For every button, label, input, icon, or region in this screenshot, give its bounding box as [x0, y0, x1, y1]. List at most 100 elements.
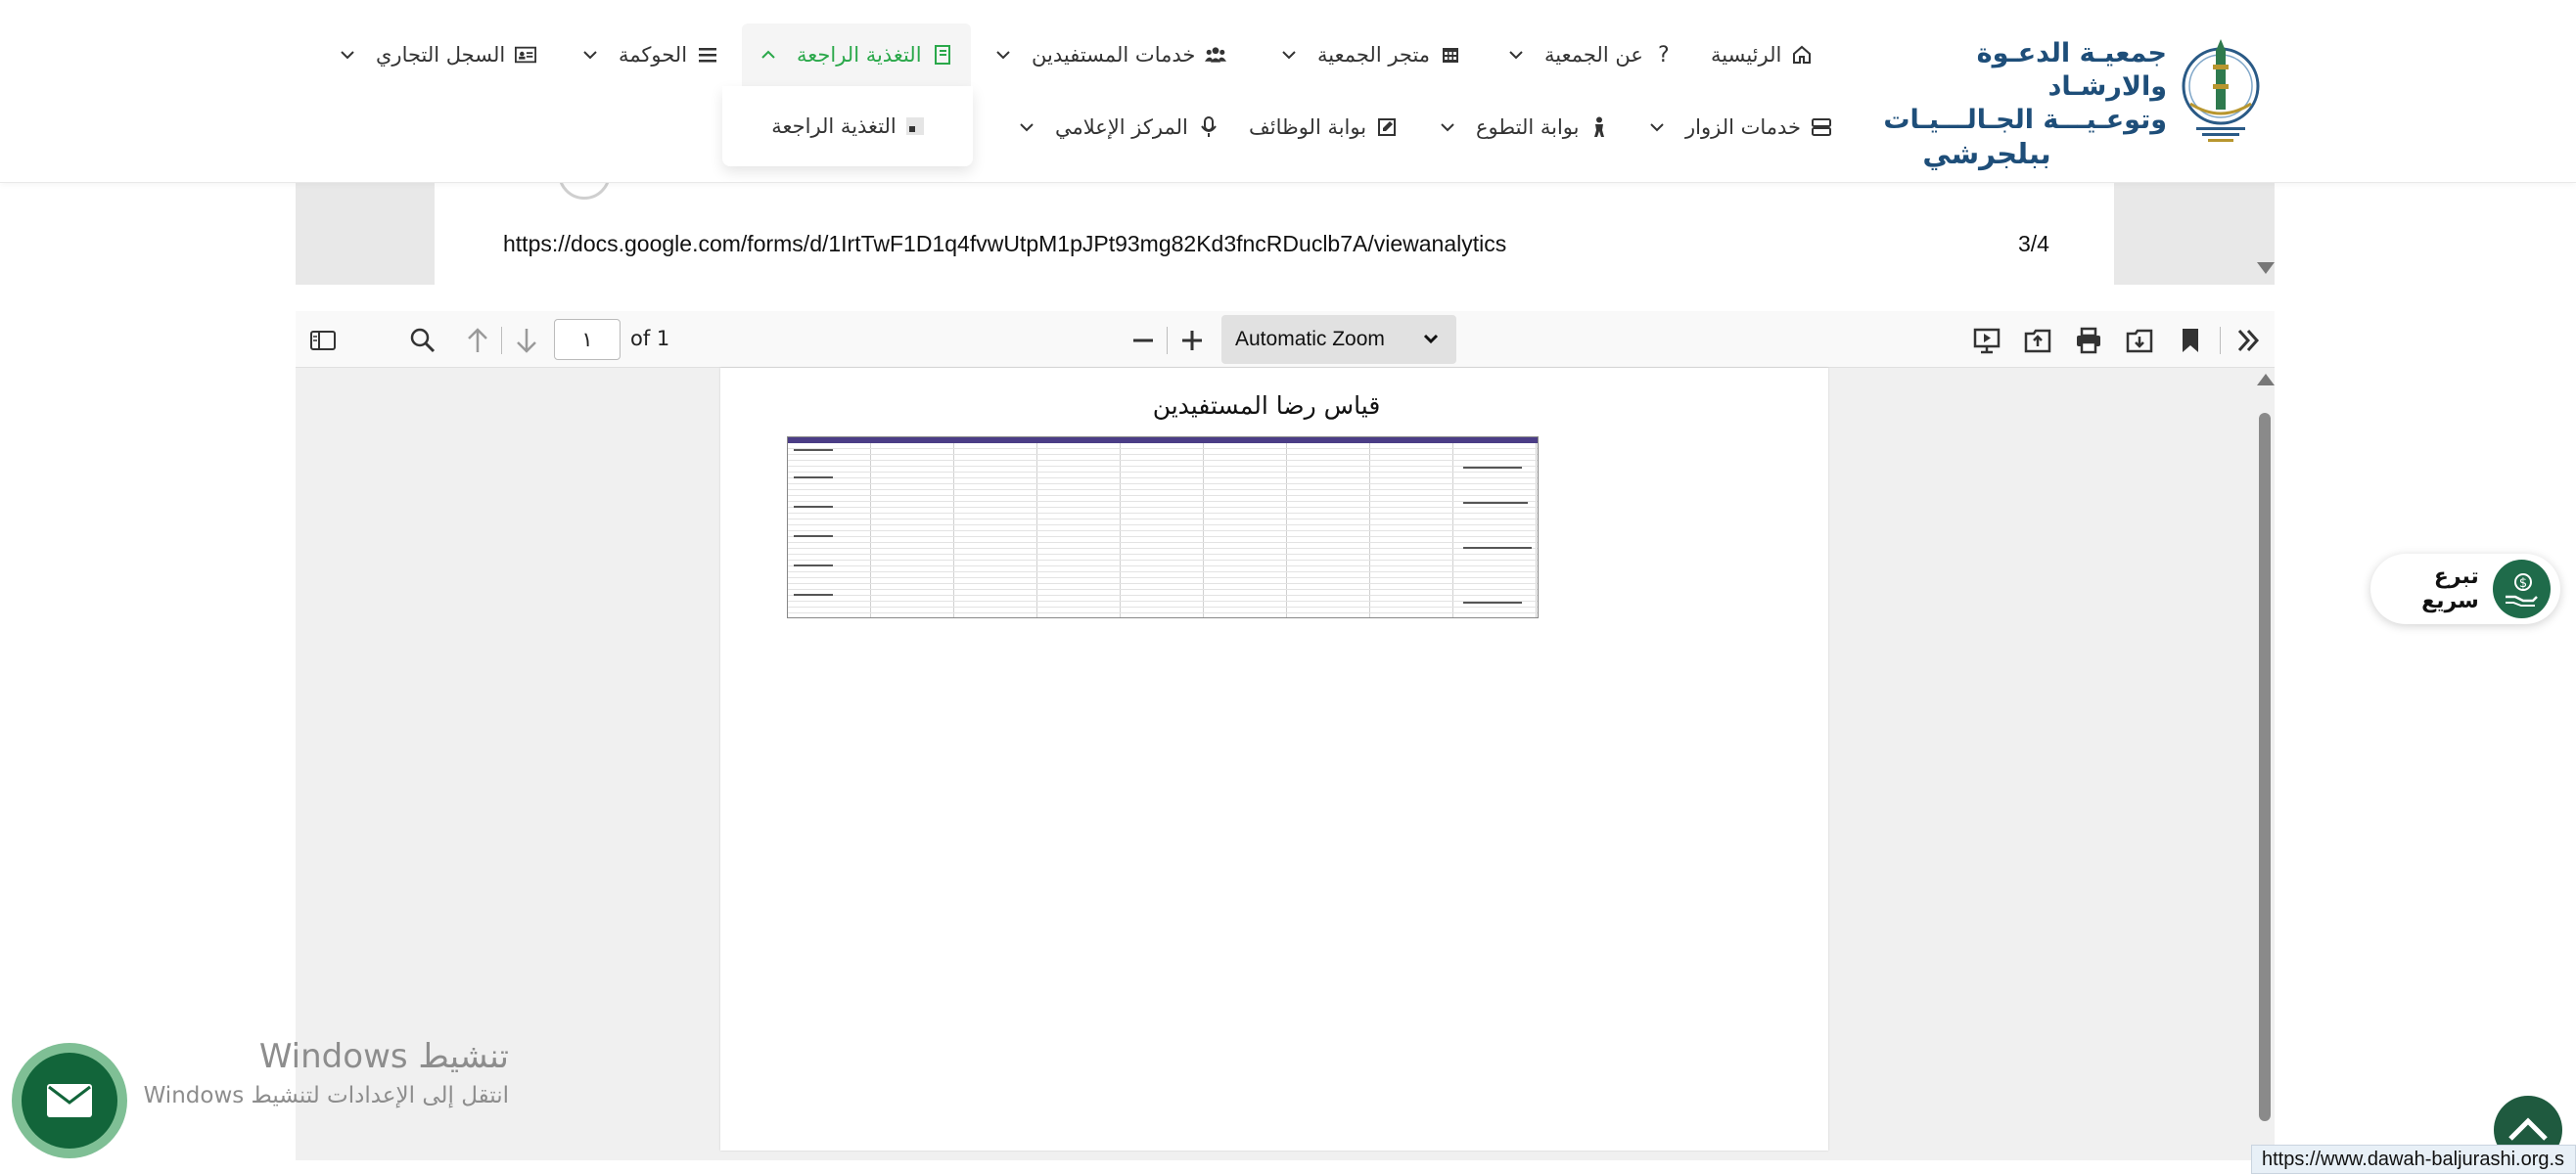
next-page-button[interactable]: [509, 323, 544, 358]
nav-item-commercial-register[interactable]: السجل التجاري: [339, 27, 537, 82]
tools-menu-button[interactable]: [2231, 323, 2267, 358]
survey-results-table-thumbnail: [787, 436, 1539, 618]
zoom-select[interactable]: Automatic Zoom: [1221, 315, 1456, 364]
page-total-label: of 1: [630, 327, 670, 350]
arrow-up-icon: [468, 328, 487, 352]
zoom-in-button[interactable]: [1174, 323, 1210, 358]
nav-item-label: متجر الجمعية: [1317, 43, 1431, 67]
windows-activation-watermark: تنشيط Windows انتقل إلى الإعدادات لتنشيط…: [127, 1035, 509, 1113]
org-name-line2: وتوعـيـــة الجـالـــيـات: [1883, 105, 2167, 135]
plus-icon: [1182, 331, 1202, 350]
nav-item-label: خدمات المستفيدين: [1032, 43, 1196, 67]
presentation-mode-button[interactable]: [1969, 323, 2004, 358]
bookmark-icon: [2183, 329, 2198, 352]
chevron-down-icon: [1439, 118, 1456, 136]
nav-item-store[interactable]: متجر الجمعية: [1280, 27, 1461, 82]
chevron-down-icon: [1507, 46, 1525, 64]
nav-item-media-center[interactable]: المركز الإعلامي: [1018, 100, 1219, 155]
menu-icon: [697, 44, 718, 66]
chevron-down-icon: [1018, 118, 1035, 136]
table-cell-mark: [794, 449, 833, 451]
question-icon: ?: [1658, 42, 1670, 68]
print-icon: [2077, 327, 2100, 354]
nav-item-label: السجل التجاري: [376, 43, 506, 67]
chevron-down-icon: [581, 46, 599, 64]
nav-item-governance[interactable]: الحوكمة: [581, 27, 718, 82]
previous-page-button[interactable]: [460, 323, 495, 358]
org-name-line3: ببلجرشي: [1922, 137, 2051, 170]
org-name[interactable]: جمعيـة الدعـوة والارشـاد وتوعـيـــة الجـ…: [1865, 37, 2167, 170]
document-title: قياس رضا المستفيدين: [1152, 391, 1381, 420]
open-file-button[interactable]: [2020, 323, 2055, 358]
nav-item-label: خدمات الزوار: [1685, 115, 1802, 139]
page-number-input[interactable]: ١: [554, 319, 621, 360]
quick-donate-label: تبرع سريع: [2421, 564, 2479, 613]
nav-item-home[interactable]: الرئيسية: [1711, 27, 1813, 82]
chevron-down-icon: [339, 46, 356, 64]
nav-item-label: التغذية الراجعة: [797, 43, 922, 67]
toolbar-separator: [2220, 327, 2221, 354]
logo-emblem-icon[interactable]: [2179, 35, 2263, 145]
quick-donate-button[interactable]: تبرع سريع $: [2370, 554, 2560, 624]
calendar-icon: [1440, 44, 1461, 66]
download-button[interactable]: [2122, 323, 2157, 358]
chevron-down-icon: [1423, 334, 1439, 344]
nav-item-label: الرئيسية: [1711, 43, 1782, 67]
scroll-down-arrow-icon[interactable]: [2257, 262, 2275, 274]
search-icon: [410, 328, 436, 353]
server-icon: [1811, 116, 1832, 138]
bookmark-button[interactable]: [2173, 323, 2208, 358]
print-button[interactable]: [2071, 323, 2106, 358]
dropdown-item-feedback[interactable]: التغذية الراجعة: [771, 114, 897, 138]
feedback-dropdown-menu: التغذية الراجعة: [722, 86, 973, 166]
envelope-icon: [47, 1084, 92, 1117]
sidebar-toggle-icon: [310, 331, 336, 350]
vertical-scrollbar-thumb[interactable]: [2259, 413, 2271, 1121]
nav-item-feedback[interactable]: التغذية الراجعة: [742, 23, 971, 86]
toolbar-separator: [501, 327, 502, 354]
table-cell-mark: [794, 564, 833, 566]
find-button[interactable]: [405, 323, 440, 358]
chevron-up-icon: [759, 46, 777, 64]
table-cell-mark: [1463, 602, 1522, 604]
nav-item-label: المركز الإعلامي: [1055, 115, 1188, 139]
open-file-icon: [2024, 329, 2051, 353]
presentation-icon: [1973, 328, 2001, 354]
table-cell-mark: [1463, 467, 1522, 469]
nav-item-about[interactable]: ? عن الجمعية: [1507, 27, 1675, 82]
table-cell-mark: [794, 506, 833, 508]
table-cell-mark: [794, 594, 833, 596]
chevron-down-icon: [1280, 46, 1298, 64]
nav-item-volunteer-portal[interactable]: بوابة التطوع: [1439, 100, 1610, 155]
document-icon: [905, 117, 924, 135]
donate-hand-icon: $: [2492, 560, 2551, 618]
svg-text:$: $: [2519, 576, 2527, 591]
id-card-icon: [515, 44, 537, 66]
nav-item-beneficiary-services[interactable]: خدمات المستفيدين: [994, 27, 1227, 82]
edit-icon: [1376, 116, 1398, 138]
contact-mail-button[interactable]: [12, 1043, 127, 1158]
chevron-down-icon: [994, 46, 1012, 64]
chevron-down-icon: [1648, 118, 1666, 136]
zoom-out-button[interactable]: [1126, 323, 1161, 358]
windows-activation-subtitle: انتقل إلى الإعدادات لتنشيط Windows: [143, 1083, 509, 1108]
home-icon: [1791, 44, 1813, 66]
table-cell-mark: [1463, 547, 1532, 549]
mail-button-inner: [22, 1053, 117, 1149]
chevron-up-icon: [2508, 1117, 2548, 1141]
sidebar-toggle-button[interactable]: [305, 323, 341, 358]
zoom-select-value: Automatic Zoom: [1235, 328, 1385, 350]
scroll-up-arrow-icon[interactable]: [2257, 374, 2275, 385]
arrow-down-icon: [517, 329, 536, 353]
nav-item-label: بوابة الوظائف: [1249, 115, 1367, 139]
person-icon: [1588, 116, 1610, 138]
microphone-icon: [1198, 116, 1219, 138]
download-icon: [2126, 329, 2153, 353]
site-header: جمعيـة الدعـوة والارشـاد وتوعـيـــة الجـ…: [0, 0, 2576, 183]
nav-item-visitor-services[interactable]: خدمات الزوار: [1648, 100, 1832, 155]
toolbar-separator: [1167, 327, 1168, 354]
upper-page-count: 3/4: [2018, 231, 2049, 256]
nav-item-label: الحوكمة: [619, 43, 688, 67]
nav-item-jobs-portal[interactable]: بوابة الوظائف: [1249, 100, 1398, 155]
users-icon: [1205, 44, 1227, 66]
